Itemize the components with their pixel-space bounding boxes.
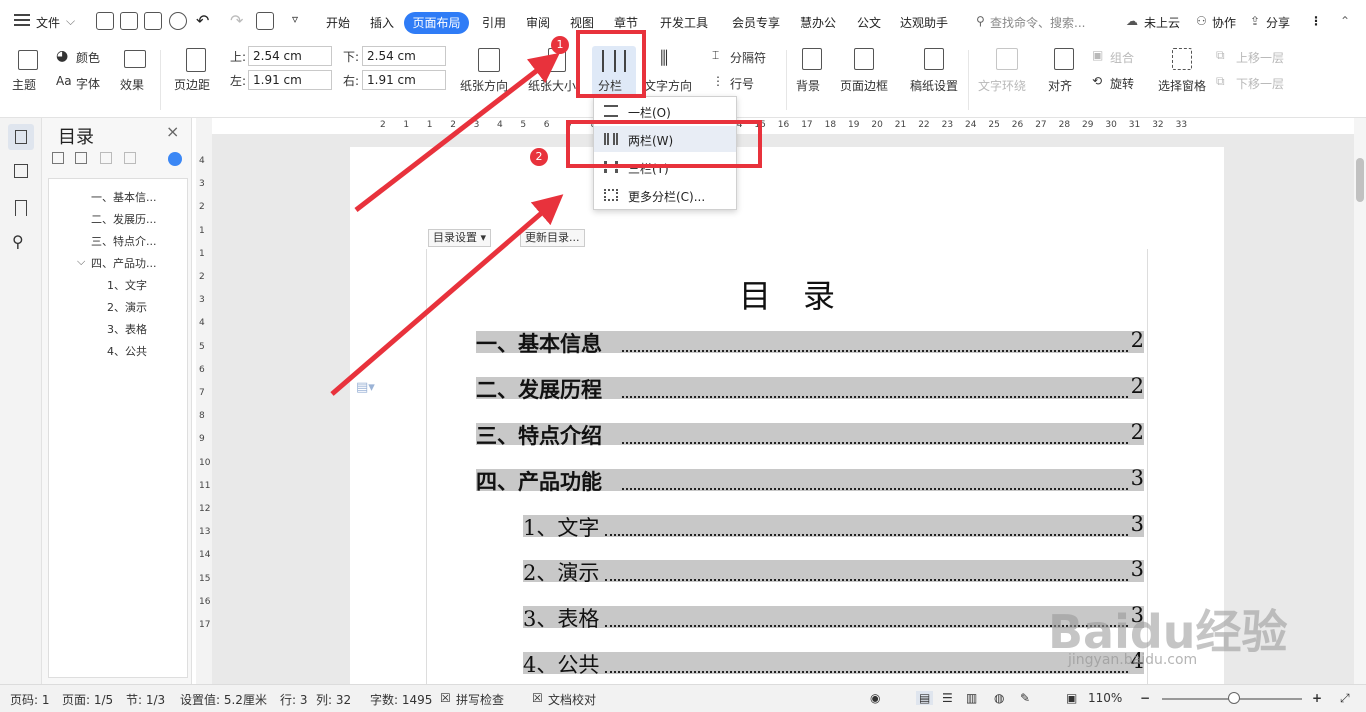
status-bar: 页码: 1 页面: 1/5 节: 1/3 设置值: 5.2厘米 行: 3 列: … [0,684,1366,712]
arrow-to-columns [354,52,560,212]
arrow-to-two-columns [330,194,564,396]
status-col: 列: 32 [316,693,352,707]
status-word-count[interactable]: 字数: 1495 [370,691,432,708]
spellcheck-icon: ☒ [440,691,451,705]
wps-writer-window: 文件 ⌵ ↶ ↷ ▿ 开始 插入 页面布局 引用 审阅 视图 章节 开发工具 会… [0,0,1366,712]
zoom-out-button[interactable]: − [1140,691,1150,705]
fullscreen-icon[interactable]: ⤢ [1340,691,1350,706]
zoom-level[interactable]: 110% [1088,691,1122,705]
status-setting[interactable]: 设置值: 5.2厘米 [180,691,267,708]
proofread-icon: ☒ [532,691,543,705]
fit-page-icon[interactable]: ▣ [1066,691,1077,705]
proofread-button[interactable]: 文档校对 [548,691,596,708]
reading-view-icon[interactable]: ▥ [966,691,977,705]
spellcheck-button[interactable]: 拼写检查 [456,691,504,708]
status-section[interactable]: 节: 1/3 [126,691,165,708]
zoom-in-button[interactable]: + [1312,691,1322,705]
outline-view-icon[interactable]: ☰ [942,691,953,705]
baidu-watermark-url: jingyan.baidu.com [1068,652,1198,668]
page-view-icon[interactable]: ▤ [916,691,934,705]
status-pages[interactable]: 页面: 1/5 [62,691,113,708]
pen-icon[interactable]: ✎ [1020,691,1030,705]
status-page-number[interactable]: 页码: 1 [10,691,50,708]
eye-protection-icon[interactable]: ◉ [870,691,880,705]
zoom-slider-thumb[interactable] [1228,692,1240,704]
web-view-icon[interactable]: ◍ [994,691,1004,705]
status-row: 行: 3 [280,693,308,707]
